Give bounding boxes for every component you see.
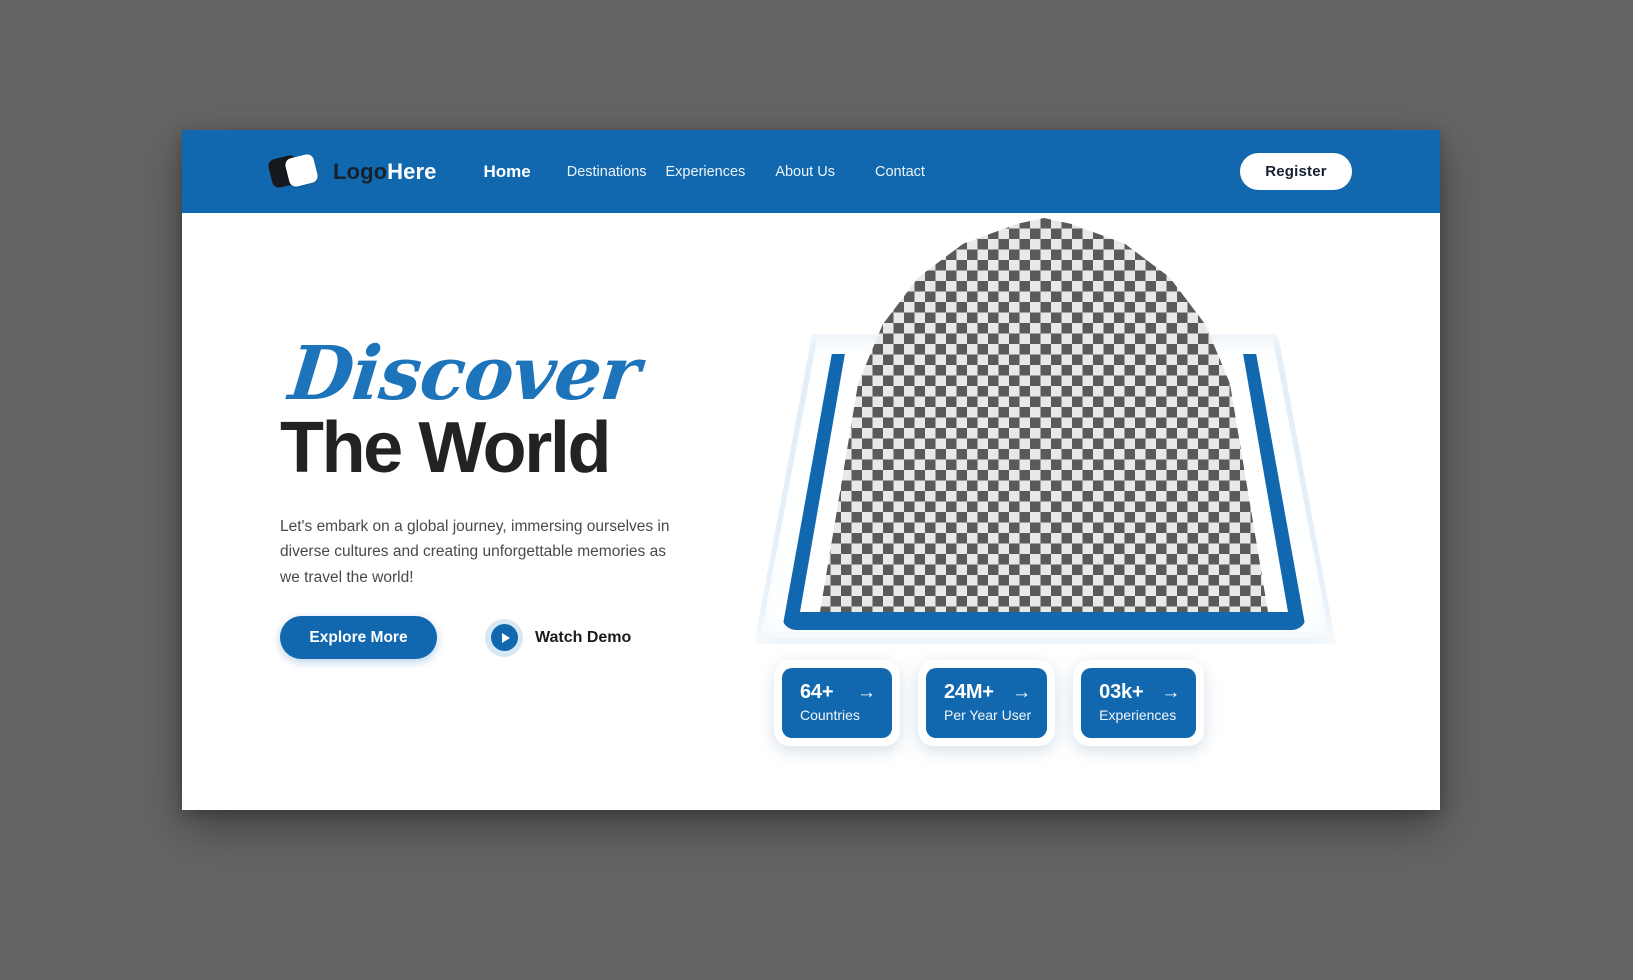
nav-item-about-us[interactable]: About Us xyxy=(775,164,835,180)
logo-square-light-icon xyxy=(283,152,320,188)
brand-logo[interactable]: LogoHere xyxy=(266,151,436,193)
nav-item-contact[interactable]: Contact xyxy=(875,164,925,180)
stat-card-countries[interactable]: 64+ → Countries xyxy=(774,660,900,746)
play-icon-core xyxy=(490,624,518,652)
watch-demo-button[interactable]: Watch Demo xyxy=(485,618,632,657)
hero-image-placeholder xyxy=(820,218,1268,612)
landing-page-card: LogoHere Home Destinations Experiences A… xyxy=(182,130,1440,810)
stats-row: 64+ → Countries 24M+ → Per Year User 03k… xyxy=(774,660,1222,746)
watch-demo-label: Watch Demo xyxy=(535,628,632,646)
brand-name-first: Logo xyxy=(333,158,388,184)
arrow-right-icon: → xyxy=(857,682,876,703)
site-header: LogoHere Home Destinations Experiences A… xyxy=(182,130,1440,213)
stat-card-experiences[interactable]: 03k+ → Experiences xyxy=(1073,660,1205,746)
nav-item-destinations[interactable]: Destinations xyxy=(567,164,647,180)
stat-card-inner: 64+ → Countries xyxy=(782,668,892,738)
stat-card-inner: 24M+ → Per Year User xyxy=(926,668,1048,738)
main-navigation: Home Destinations Experiences About Us C… xyxy=(483,162,924,182)
stat-card-top: 03k+ → xyxy=(1099,681,1180,704)
explore-more-button[interactable]: Explore More xyxy=(280,616,437,660)
hero-cta-group: Explore More Watch Demo xyxy=(280,616,720,660)
brand-name: LogoHere xyxy=(333,159,436,185)
brand-name-second: Here xyxy=(387,158,437,184)
stat-value: 03k+ xyxy=(1099,681,1144,703)
play-triangle-icon xyxy=(501,632,510,643)
nav-item-home[interactable]: Home xyxy=(483,162,530,182)
nav-item-experiences[interactable]: Experiences xyxy=(666,164,746,180)
hero-headline-main: The World xyxy=(280,408,611,489)
stat-label: Experiences xyxy=(1099,707,1177,723)
play-icon xyxy=(485,618,523,657)
arrow-right-icon: → xyxy=(1161,682,1181,703)
hero-headline-script: Discover xyxy=(285,331,644,417)
stat-card-top: 24M+ → xyxy=(944,681,1031,704)
stat-label: Countries xyxy=(800,707,860,723)
hero-text-block: Discover The World Let's embark on a glo… xyxy=(280,331,720,660)
stat-card-inner: 03k+ → Experiences xyxy=(1081,668,1197,738)
hero-visual xyxy=(754,218,1336,644)
stat-card-per-year-user[interactable]: 24M+ → Per Year User xyxy=(918,660,1056,746)
stat-value: 24M+ xyxy=(944,681,994,703)
arrow-right-icon: → xyxy=(1012,682,1032,703)
stat-value: 64+ xyxy=(800,681,834,703)
stat-card-top: 64+ → xyxy=(800,681,876,704)
logo-icon xyxy=(266,151,322,193)
register-button[interactable]: Register xyxy=(1240,153,1352,190)
hero-description: Let's embark on a global journey, immers… xyxy=(280,517,670,586)
stat-label: Per Year User xyxy=(944,707,1032,723)
